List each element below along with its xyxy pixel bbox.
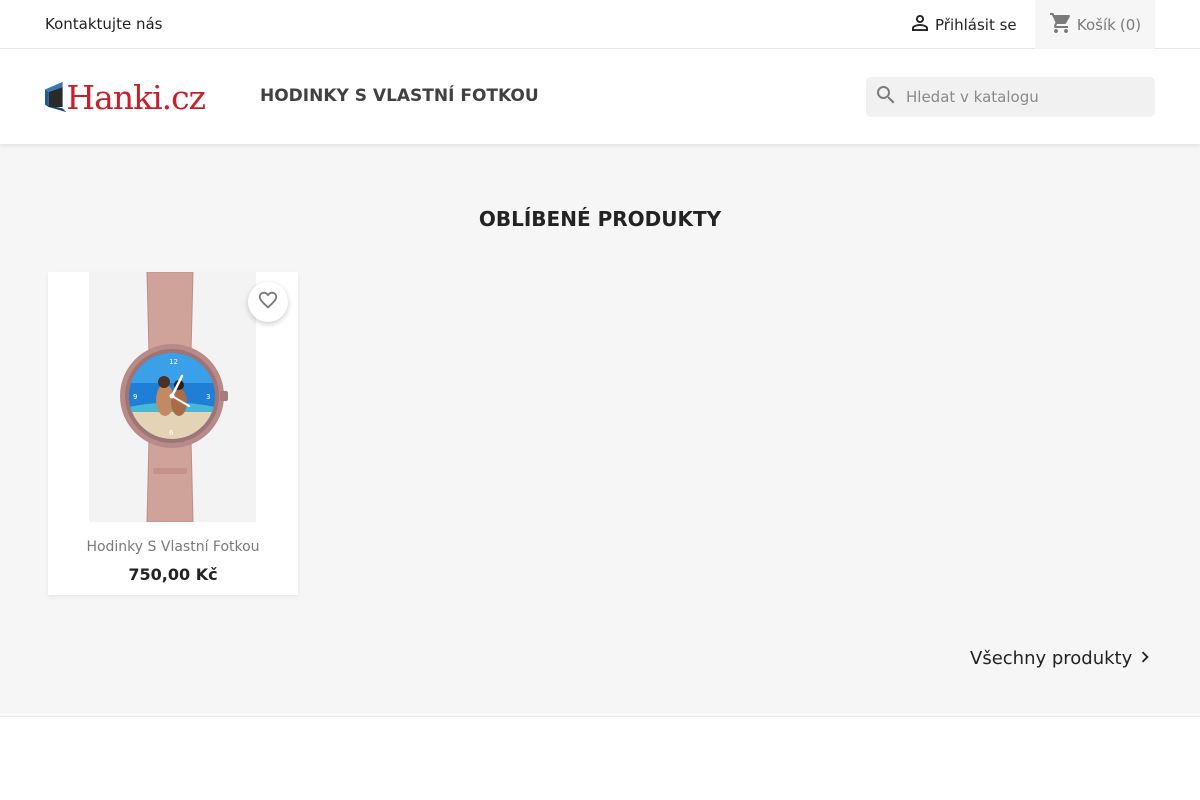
chevron-right-icon [1132,643,1156,673]
shopping-cart-icon [1049,11,1077,39]
site-header: Hanki.cz HODINKY S VLASTNÍ FOTKOU [0,49,1200,144]
search-input[interactable] [906,88,1146,106]
svg-text:12: 12 [169,358,178,366]
logo-text: Hanki.cz [66,77,206,117]
signin-label: Přihlásit se [935,16,1017,34]
all-products-label: Všechny produkty [970,647,1133,669]
product-card[interactable]: 12 3 6 9 Hodinky S Vlastní Fotkou 750,00… [48,272,298,595]
cart-count: (0) [1119,15,1142,34]
cart-label: Košík [1076,15,1116,34]
svg-text:3: 3 [206,393,210,401]
signin-link[interactable]: Přihlásit se [908,14,1017,36]
heart-outline-icon [257,289,279,315]
logo[interactable]: Hanki.cz [45,72,206,122]
wishlist-button[interactable] [248,282,288,322]
footer [0,716,1200,800]
svg-text:6: 6 [169,429,174,437]
watch-photo-image[interactable]: 12 3 6 9 [89,272,256,522]
all-products-link[interactable]: Všechny produkty [970,643,1156,673]
top-bar: Kontaktujte nás Přihlásit se Košík (0) [0,0,1200,49]
product-price: 750,00 Kč [128,565,218,584]
section-title: OBLÍBENÉ PRODUKTY [478,207,722,231]
logo-mark-icon [45,81,67,113]
search-box [866,77,1155,117]
contact-link[interactable]: Kontaktujte nás [45,15,162,33]
svg-text:9: 9 [133,393,137,401]
cart-button[interactable]: Košík (0) [1035,0,1155,49]
search-icon[interactable] [866,83,898,111]
product-name[interactable]: Hodinky S Vlastní Fotkou [48,539,298,555]
nav-item-custom-photo-watches[interactable]: HODINKY S VLASTNÍ FOTKOU [260,86,539,106]
person-icon [908,11,935,39]
